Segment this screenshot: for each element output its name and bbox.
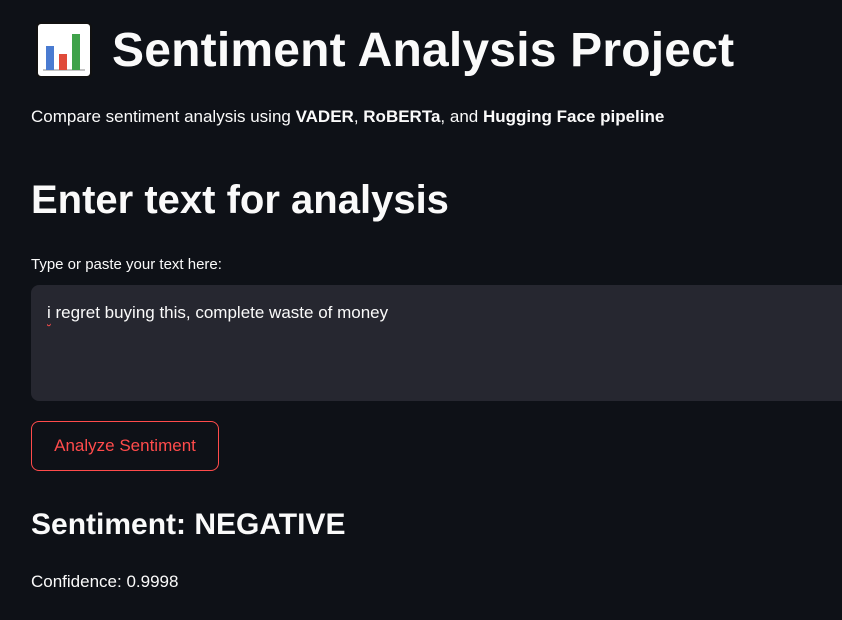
- subtitle-huggingface: Hugging Face pipeline: [482, 107, 665, 126]
- input-section-heading: Enter text for analysis: [31, 178, 449, 222]
- subtitle-roberta: RoBERTa: [363, 107, 441, 126]
- app-root: Sentiment Analysis Project Compare senti…: [0, 0, 842, 620]
- analyze-sentiment-button[interactable]: Analyze Sentiment: [31, 421, 219, 471]
- subtitle-prefix: Compare sentiment analysis using: [31, 107, 296, 126]
- subtitle-vader: VADER: [295, 107, 354, 126]
- text-input-value: regret buying this, complete waste of mo…: [50, 303, 389, 322]
- subtitle-comma: ,: [353, 107, 364, 126]
- subtitle-and: , and: [440, 107, 483, 126]
- text-input-label: Type or paste your text here:: [31, 256, 222, 273]
- bar-chart-icon: [36, 22, 92, 78]
- page-subtitle: Compare sentiment analysis using VADER , …: [31, 107, 664, 127]
- confidence-text: Confidence: 0.9998: [31, 572, 179, 591]
- page-title: Sentiment Analysis Project: [112, 23, 735, 77]
- page-header: Sentiment Analysis Project: [36, 18, 734, 82]
- text-input-area[interactable]: i regret buying this, complete waste of …: [31, 285, 842, 401]
- sentiment-result-heading: Sentiment: NEGATIVE: [31, 508, 346, 541]
